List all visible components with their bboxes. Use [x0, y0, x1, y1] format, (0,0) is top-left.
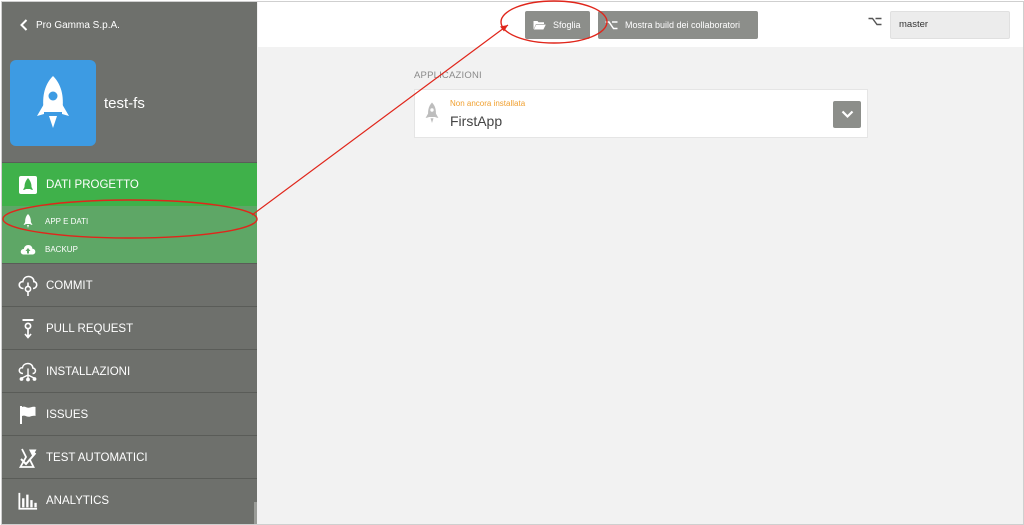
- app-name: FirstApp: [450, 113, 503, 129]
- app-card[interactable]: Non ancora installata FirstApp: [414, 89, 868, 138]
- cloud-upload-icon: [19, 244, 37, 255]
- sidebar-item-test-automatici[interactable]: TEST AUTOMATICI: [2, 435, 257, 479]
- branch-icon: [605, 21, 618, 30]
- rocket-icon: [37, 76, 69, 128]
- sidebar-item-label: ISSUES: [46, 408, 89, 421]
- sidebar-item-analytics[interactable]: ANALYTICS: [2, 478, 257, 522]
- sidebar-item-label: DATI PROGETTO: [46, 178, 139, 191]
- app-window: Pro Gamma S.p.A. test-fs DATI PROGETTO A…: [1, 1, 1024, 525]
- sidebar-subnav: APP E DATI BACKUP: [2, 206, 257, 264]
- sidebar-subitem-app-e-dati[interactable]: APP E DATI: [2, 207, 257, 235]
- sidebar-item-installazioni[interactable]: INSTALLAZIONI: [2, 349, 257, 393]
- sidebar-item-label: INSTALLAZIONI: [46, 365, 131, 378]
- project-data-icon: [18, 175, 38, 195]
- rocket-icon: [425, 102, 439, 123]
- project-avatar: [10, 60, 96, 146]
- sidebar-item-label: ANALYTICS: [46, 494, 110, 507]
- branch-input[interactable]: master: [890, 11, 1010, 39]
- sidebar: Pro Gamma S.p.A. test-fs DATI PROGETTO A…: [2, 2, 257, 524]
- sidebar-item-label: PULL REQUEST: [46, 322, 134, 335]
- sidebar-item-label: COMMIT: [46, 279, 93, 292]
- organization-name: Pro Gamma S.p.A.: [36, 19, 120, 31]
- sidebar-subitem-label: APP E DATI: [45, 216, 89, 226]
- sidebar-item-commit[interactable]: COMMIT: [2, 263, 257, 307]
- sidebar-item-dati-progetto[interactable]: DATI PROGETTO: [2, 163, 257, 206]
- folder-icon: [533, 21, 546, 30]
- pull-request-icon: [18, 318, 38, 340]
- chevron-down-icon: [841, 110, 853, 119]
- sidebar-item-label: TEST AUTOMATICI: [46, 451, 148, 464]
- app-status-label: Non ancora installata: [450, 99, 526, 108]
- browse-button-label: Sfoglia: [553, 20, 581, 30]
- sidebar-scrollbar[interactable]: [254, 502, 257, 524]
- project-name: test-fs: [104, 94, 145, 112]
- project-header: test-fs: [10, 60, 145, 146]
- installations-icon: [18, 362, 38, 382]
- back-to-organization-link[interactable]: Pro Gamma S.p.A.: [20, 15, 120, 35]
- toolbar: Sfoglia Mostra build dei collaboratori m…: [258, 2, 1023, 47]
- commit-icon: [18, 275, 38, 297]
- rocket-icon: [19, 213, 37, 229]
- show-collaborator-builds-button[interactable]: Mostra build dei collaboratori: [598, 11, 758, 39]
- section-title: APPLICAZIONI: [414, 70, 482, 81]
- sidebar-item-pull-request[interactable]: PULL REQUEST: [2, 306, 257, 350]
- analytics-icon: [18, 491, 38, 511]
- app-dropdown-button[interactable]: [833, 101, 861, 128]
- flag-icon: [18, 405, 38, 425]
- chevron-left-icon: [20, 19, 28, 31]
- sidebar-subitem-label: BACKUP: [45, 244, 78, 254]
- sidebar-subitem-backup[interactable]: BACKUP: [2, 235, 257, 263]
- browse-button[interactable]: Sfoglia: [525, 11, 590, 39]
- show-collaborator-builds-label: Mostra build dei collaboratori: [625, 20, 741, 30]
- sidebar-item-issues[interactable]: ISSUES: [2, 392, 257, 436]
- automated-test-icon: [18, 447, 38, 469]
- branch-icon: [868, 17, 882, 26]
